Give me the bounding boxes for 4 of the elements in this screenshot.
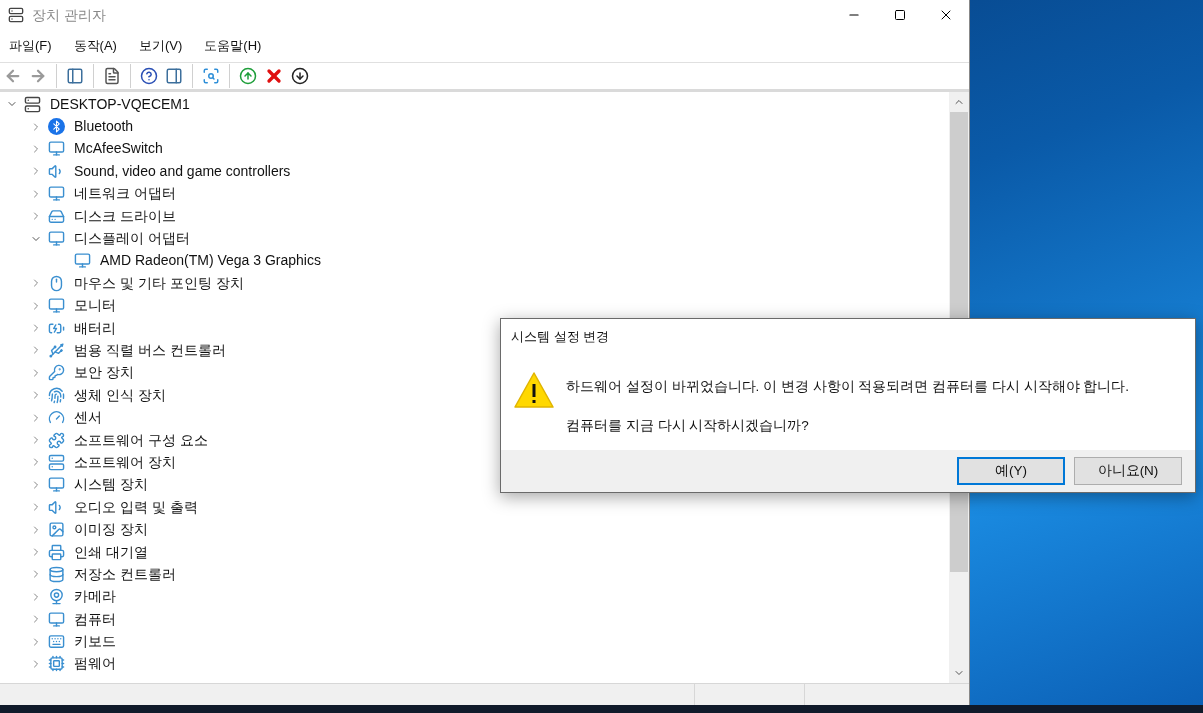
dialog-message: 하드웨어 설정이 바뀌었습니다. 이 변경 사항이 적용되려면 컴퓨터를 다시 시작해야 합니다. [566,378,1129,396]
dialog-title: 시스템 설정 변경 [511,327,610,346]
window-title: 장치 관리자 [32,5,106,25]
dialog-question: 컴퓨터를 지금 다시 시작하시겠습니까? [566,417,810,436]
